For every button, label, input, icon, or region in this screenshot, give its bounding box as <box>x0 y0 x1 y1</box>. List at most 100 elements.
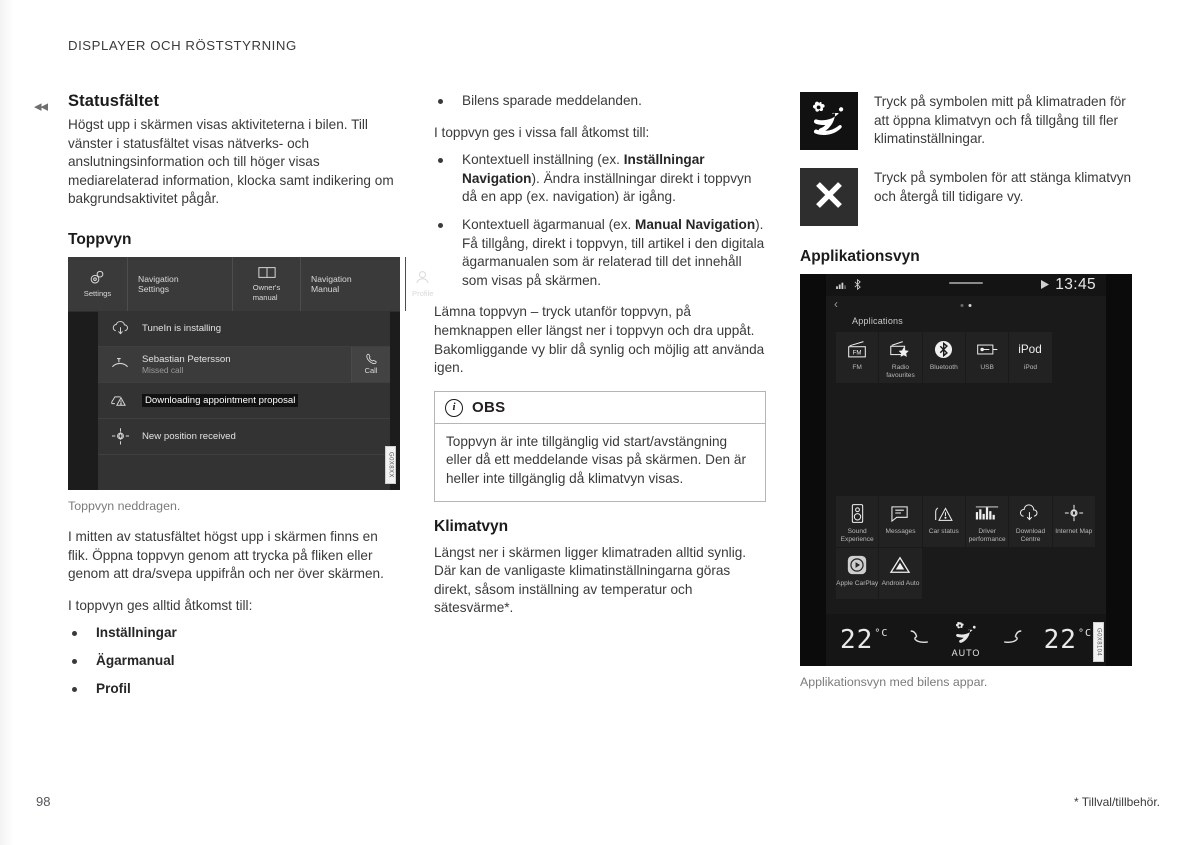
app-tile-radio-favourites[interactable]: Radio favourites <box>879 332 923 384</box>
app-status-bar: 13:45 <box>826 274 1106 296</box>
topview-tab-owners-manual[interactable]: Owner's manual <box>233 256 301 311</box>
topview-screen: Settings Navigation Settings Owner's man… <box>68 256 434 490</box>
app-label: Android Auto <box>881 580 920 587</box>
app-tile-bluetooth[interactable]: Bluetooth <box>922 332 966 384</box>
app-label: USB <box>980 364 994 371</box>
topview-tab-label: Owner's manual <box>252 283 281 302</box>
page-left-edge-shadow <box>0 0 14 845</box>
topview-tab-navigation-settings[interactable]: Navigation Settings <box>128 256 233 311</box>
fm-radio-icon: FM <box>845 337 869 361</box>
topview-tab-label: Profile <box>412 288 434 298</box>
status-right-group: 13:45 <box>1041 274 1096 296</box>
app-label: Download Centre <box>1015 528 1046 543</box>
topview-tab-navigation-manual[interactable]: Navigation Manual <box>301 256 406 311</box>
seat-heat-right-button[interactable] <box>999 628 1025 652</box>
app-label: Bluetooth <box>929 364 958 371</box>
figure-id-label: G0X8XX <box>385 446 396 484</box>
topview-tab-settings[interactable]: Settings <box>68 256 128 311</box>
play-icon <box>1041 279 1050 291</box>
app-label: Car status <box>928 528 959 535</box>
app-label: Driver performance <box>968 528 1006 543</box>
app-tile-empty <box>1053 548 1096 600</box>
running-head: DISPLAYER OCH RÖSTSTYRNING <box>68 38 297 53</box>
internet-map-icon <box>1063 501 1085 525</box>
topview-figure: Settings Navigation Settings Owner's man… <box>68 256 434 490</box>
climate-temp-left-value: 22 <box>840 625 874 655</box>
page-dot[interactable] <box>960 304 964 307</box>
symbol-row-climate: Tryck på symbolen mitt på klimatraden fö… <box>800 92 1132 150</box>
climate-fan-seat-symbol <box>800 92 858 150</box>
leave-topview-text: Lämna toppvyn – tryck utanför toppvyn, p… <box>434 304 765 376</box>
applications-screen: 13:45 ‹ Applications FM FM Radio favouri… <box>826 274 1106 666</box>
notification-row[interactable]: New position received <box>98 418 390 455</box>
notification-call-button[interactable]: Call <box>351 346 390 382</box>
page-number: 98 <box>36 794 51 809</box>
app-tile-android-auto[interactable]: Android Auto <box>879 548 923 600</box>
chapter-marker-icon: ◂◂ <box>34 98 48 115</box>
climate-temp-left[interactable]: 22 °C <box>840 625 888 655</box>
list-item: Inställningar <box>68 624 400 643</box>
usb-icon <box>975 337 1000 361</box>
note-box-header: i OBS <box>435 392 765 424</box>
topview-access-list: Inställningar Ägarmanual Profil <box>68 624 400 698</box>
missed-call-icon <box>98 356 142 372</box>
notification-row[interactable]: Sebastian Petersson Missed call Call <box>98 346 390 383</box>
symbol-description: Tryck på symbolen mitt på klimatraden fö… <box>874 94 1126 147</box>
app-tile-fm[interactable]: FM FM <box>836 332 880 384</box>
section-title-applikationsvyn: Applikationsvyn <box>800 248 920 265</box>
app-label: Internet Map <box>1055 528 1093 535</box>
klimatvyn-text: Längst ner i skärmen ligger klimatraden … <box>434 544 747 616</box>
app-tile-ipod[interactable]: iPod iPod <box>1009 332 1053 384</box>
app-tile-driver-performance[interactable]: Driver performance <box>965 496 1010 548</box>
signal-bars-icon <box>836 280 847 291</box>
section-title-klimatvyn: Klimatvyn <box>434 517 509 535</box>
topview-tab-label: Navigation Manual <box>311 273 352 294</box>
notification-call-label: Call <box>364 366 378 376</box>
close-x-icon <box>812 178 846 217</box>
phone-icon <box>365 353 377 366</box>
list-item-pre: Kontextuell ägarmanual (ex. <box>462 216 636 232</box>
driver-performance-icon <box>974 501 1000 525</box>
app-tile-sound-experience[interactable]: Sound Experience <box>836 496 880 548</box>
bluetooth-icon <box>934 337 953 361</box>
topview-drag-handle[interactable] <box>949 282 983 284</box>
applications-grid-gap <box>836 384 1096 496</box>
list-item: Ägarmanual <box>68 652 400 671</box>
app-tile-apple-carplay[interactable]: Apple CarPlay <box>836 548 880 600</box>
status-left-icons <box>836 278 861 292</box>
applications-view-figure: 13:45 ‹ Applications FM FM Radio favouri… <box>800 274 1132 666</box>
notification-title: TuneIn is installing <box>142 322 222 334</box>
app-tile-internet-map[interactable]: Internet Map <box>1052 496 1096 548</box>
app-tile-usb[interactable]: USB <box>965 332 1010 384</box>
page-dots <box>960 304 972 307</box>
app-tile-messages[interactable]: Messages <box>879 496 923 548</box>
list-item: Kontextuell inställning (ex. Inställning… <box>434 151 766 207</box>
climate-temp-right[interactable]: 22 °C <box>1044 625 1092 655</box>
status-clock: 13:45 <box>1055 276 1096 293</box>
close-symbol <box>800 168 858 226</box>
seat-heat-left-button[interactable] <box>907 628 933 652</box>
notification-subtitle: Missed call <box>142 365 184 376</box>
app-tile-download-centre[interactable]: Download Centre <box>1009 496 1053 548</box>
notification-row[interactable]: TuneIn is installing <box>98 310 390 347</box>
symbol-description: Tryck på symbolen för att stänga klimatv… <box>874 170 1132 204</box>
app-tile-empty <box>1053 332 1096 384</box>
notification-row[interactable]: Downloading appointment proposal <box>98 382 390 419</box>
page-footnote: * Tillval/tillbehör. <box>1073 795 1160 809</box>
column-one: Statusfältet Högst upp i skärmen visas a… <box>68 92 434 711</box>
seat-heat-icon <box>907 630 933 651</box>
seat-heat-icon <box>999 630 1025 651</box>
back-chevron-icon[interactable]: ‹ <box>834 298 838 310</box>
app-tile-car-status[interactable]: Car status <box>922 496 966 548</box>
ipod-icon: iPod <box>1014 337 1046 361</box>
statusfaltet-intro-text: Högst upp i skärmen visas aktiviteterna … <box>68 117 394 207</box>
app-tile-empty <box>966 548 1009 600</box>
page-dot-active[interactable] <box>968 304 972 307</box>
list-item: Profil <box>68 680 400 699</box>
settings-gears-icon <box>89 270 106 287</box>
contextual-access-list: Kontextuell inställning (ex. Inställning… <box>434 151 766 290</box>
app-tile-empty <box>1009 548 1052 600</box>
climate-auto-button[interactable]: AUTO <box>952 621 981 658</box>
subsection-title-toppvyn: Toppvyn <box>68 230 132 248</box>
car-status-warning-icon <box>932 501 956 525</box>
